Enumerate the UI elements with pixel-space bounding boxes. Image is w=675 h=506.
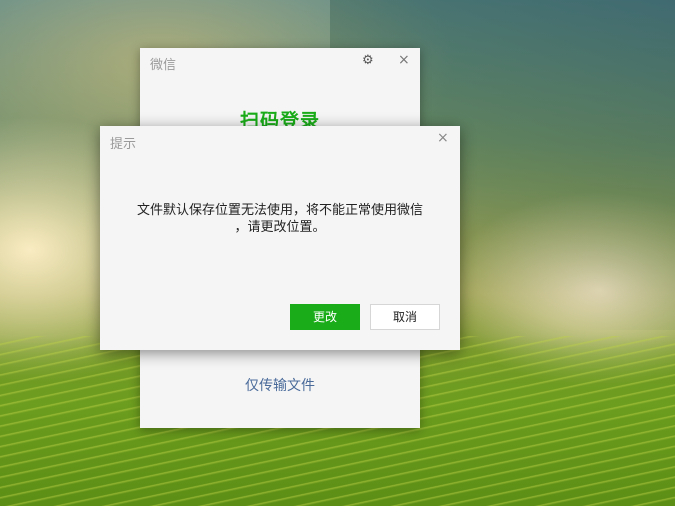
file-transfer-only-link[interactable]: 仅传输文件: [140, 375, 420, 395]
settings-gear-icon[interactable]: ⚙: [362, 53, 374, 68]
cancel-button[interactable]: 取消: [370, 304, 440, 330]
dialog-title: 提示: [110, 137, 137, 152]
login-window-title: 微信: [150, 58, 177, 73]
login-close-icon[interactable]: ×: [398, 52, 410, 68]
prompt-dialog: 提示 × 文件默认保存位置无法使用，将不能正常使用微信 ，请更改位置。 更改 取…: [100, 126, 460, 350]
dialog-message-line-1: 文件默认保存位置无法使用，将不能正常使用微信: [136, 203, 423, 218]
dialog-message-line-2: ，请更改位置。: [234, 220, 326, 235]
dialog-close-icon[interactable]: ×: [437, 130, 449, 146]
change-button[interactable]: 更改: [290, 304, 360, 330]
dialog-message: 文件默认保存位置无法使用，将不能正常使用微信 ，请更改位置。: [120, 202, 440, 236]
